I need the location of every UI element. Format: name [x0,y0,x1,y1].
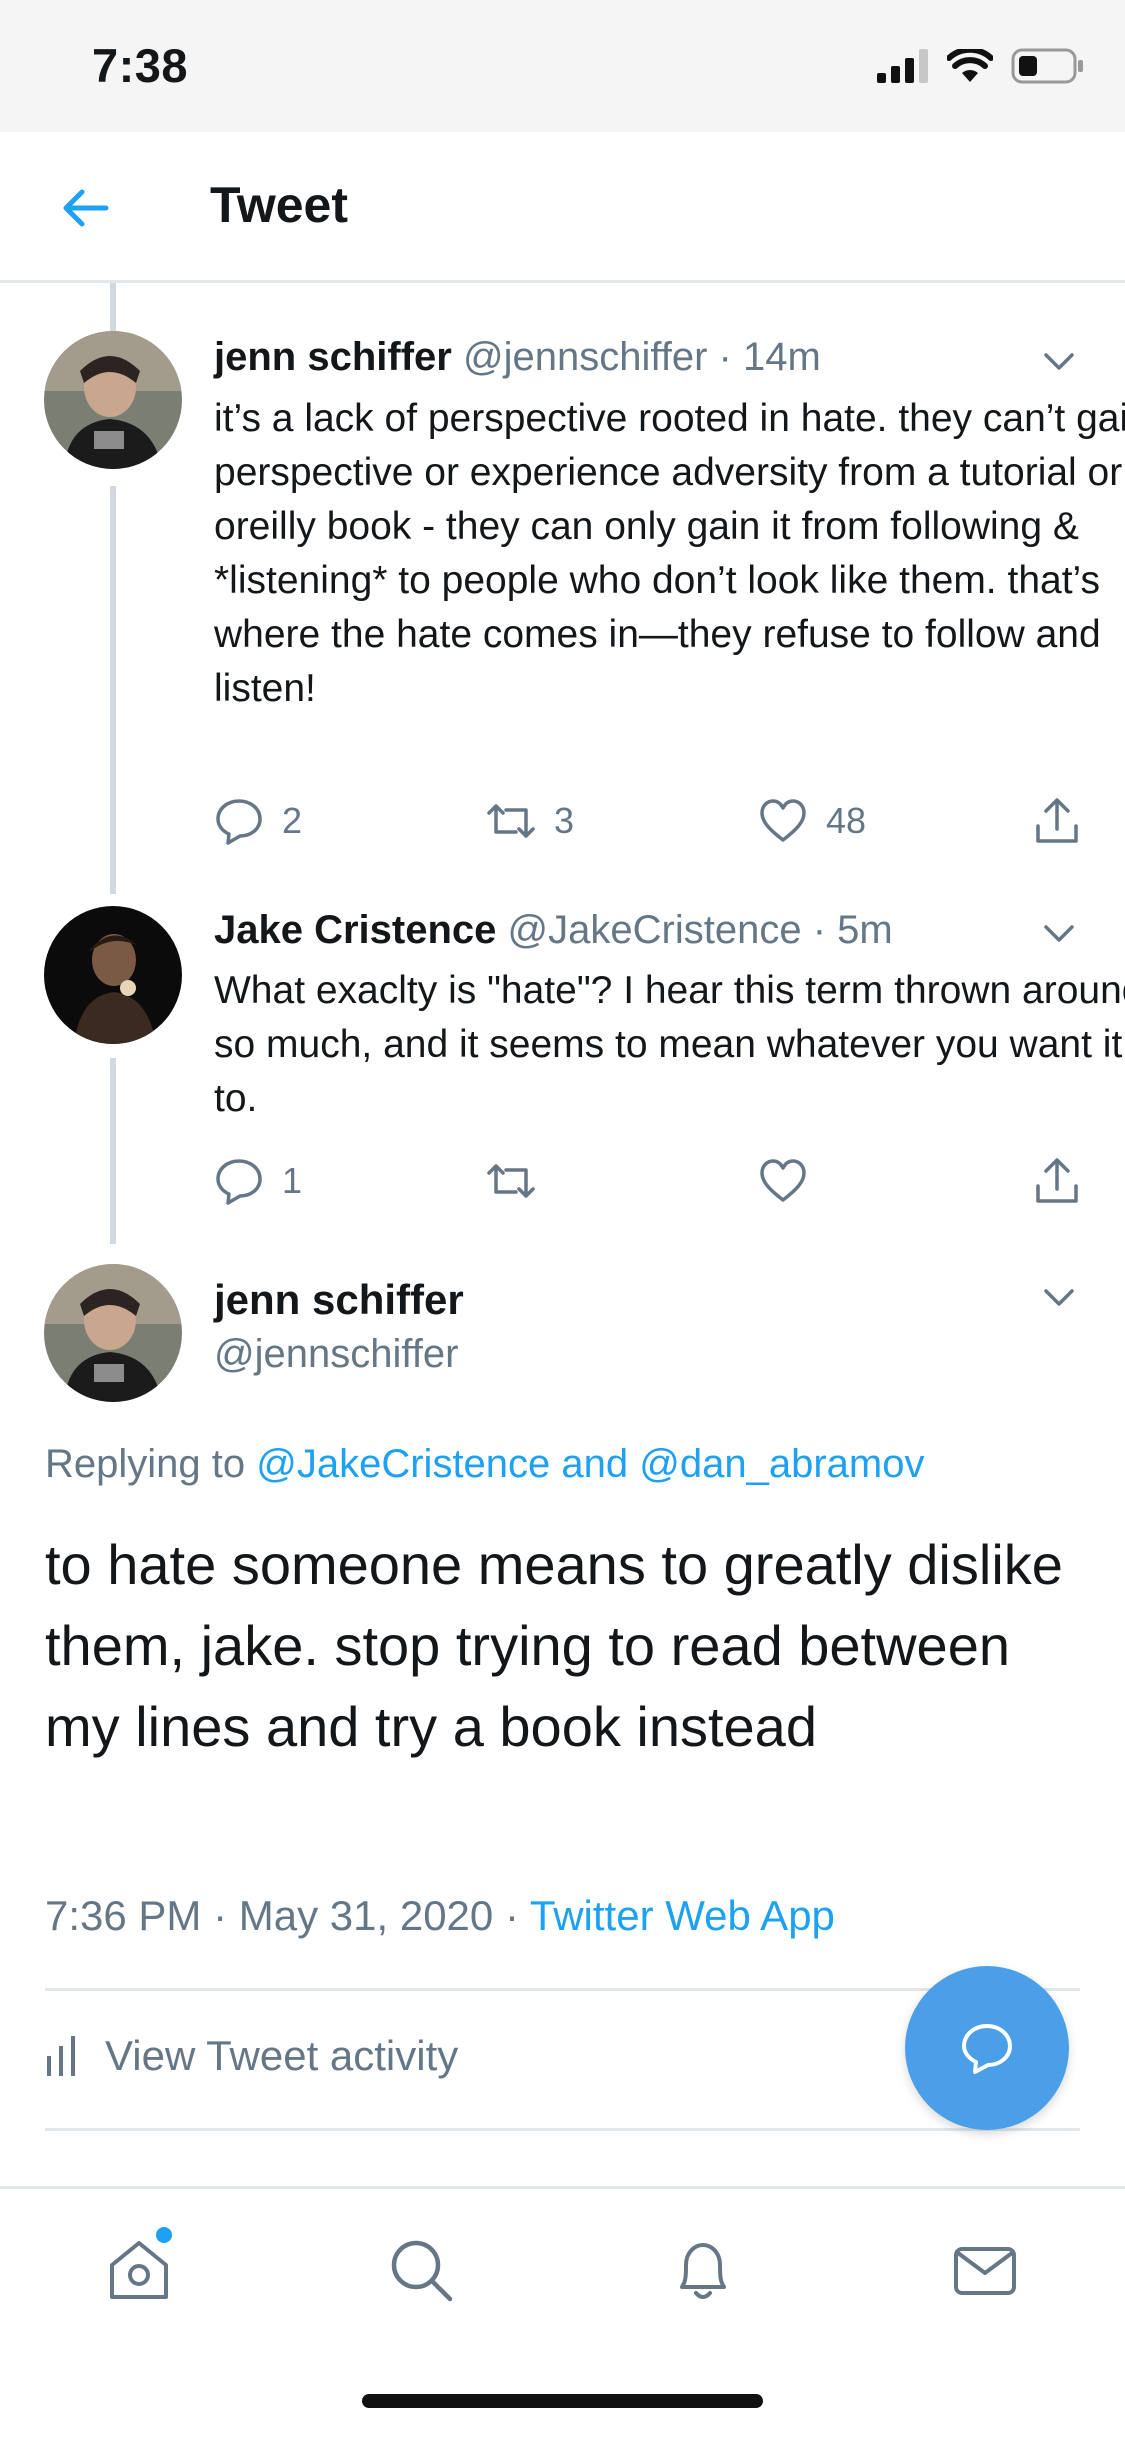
tweet-actions: 2 3 48 [214,796,1084,856]
timestamp: 14m [742,335,821,379]
display-name[interactable]: jenn schiffer [214,335,452,379]
reply-count: 1 [282,1160,303,1201]
share-button[interactable] [1032,1156,1082,1206]
retweet-count: 3 [554,800,575,841]
separator: · [718,335,732,379]
tab-home[interactable] [104,2227,174,2305]
separator: · [812,908,827,952]
tweet-meta: 7:36 PM · May 31, 2020 · Twitter Web App [45,1892,835,1940]
thread-line [110,486,116,894]
retweet-button[interactable]: 3 [486,796,574,846]
tweet-actions: 1 [214,1156,1084,1216]
like-icon [760,1159,806,1202]
main-tweet-text: to hate someone means to greatly dislike… [45,1533,1063,1758]
retweet-icon [487,804,535,838]
chevron-down-icon[interactable] [1040,914,1078,952]
page-title: Tweet [210,177,348,233]
handle[interactable]: @JakeCristence [508,908,802,952]
compose-reply-icon [962,2024,1012,2074]
chevron-down-icon[interactable] [1040,342,1078,380]
tweet-text: it’s a lack of perspective rooted in hat… [214,397,1125,710]
status-icons [877,48,1085,84]
tweet-date: May 31, 2020 [238,1892,494,1939]
like-button[interactable]: 48 [758,796,866,846]
chart-icon [47,2036,75,2076]
display-name[interactable]: Jake Cristence [214,908,496,952]
wifi-icon [947,49,993,82]
notification-dot [156,2227,172,2243]
tweet-text: What exaclty is "hate"? I hear this term… [214,969,1125,1120]
status-time: 7:38 [92,39,189,92]
search-icon [391,2240,453,2302]
retweet-button[interactable] [486,1156,554,1206]
display-name[interactable]: jenn schiffer [214,1276,464,1324]
like-button[interactable] [758,1156,826,1206]
battery-icon [1011,48,1083,84]
replying-users-link[interactable]: @JakeCristence and @dan_abramov [256,1442,924,1486]
avatar[interactable] [44,906,182,1044]
signal-icon [877,49,928,83]
replying-prefix: Replying to [45,1442,246,1486]
like-count: 48 [826,800,867,841]
messages-icon [954,2247,1016,2295]
reply-icon [216,799,262,845]
timestamp: 5m [837,908,893,952]
tab-messages[interactable] [950,2235,1020,2305]
divider [45,2128,1080,2131]
avatar[interactable] [44,331,182,469]
share-icon [1036,798,1078,843]
retweet-icon [487,1164,535,1198]
thread-line [110,283,116,331]
home-icon [110,2241,168,2299]
tweet-source-link[interactable]: Twitter Web App [530,1892,835,1939]
reply-count: 2 [282,800,303,841]
tweet-header: jenn schiffer @jennschiffer · 14m [214,335,821,380]
reply-icon [216,1159,262,1205]
handle[interactable]: @jennschiffer [463,335,707,379]
header: Tweet [0,132,1125,283]
like-icon [760,799,806,842]
avatar[interactable] [44,1264,182,1402]
tab-notifications[interactable] [668,2235,738,2305]
separator: · [213,1892,228,1939]
reply-button[interactable]: 2 [214,796,302,846]
view-tweet-activity[interactable]: View Tweet activity [45,2032,458,2080]
share-icon [1036,1158,1078,1203]
chevron-down-icon[interactable] [1040,1278,1078,1316]
notifications-icon [680,2243,726,2299]
thread-line [110,1058,116,1244]
reply-button[interactable]: 1 [214,1156,302,1206]
replying-to: Replying to @JakeCristence and @dan_abra… [45,1442,924,1487]
home-indicator[interactable] [362,2394,763,2408]
activity-label: View Tweet activity [105,2032,459,2079]
status-bar: 7:38 [0,0,1125,132]
tab-search[interactable] [386,2235,456,2305]
tweet-time: 7:36 PM [45,1892,202,1939]
handle[interactable]: @jennschiffer [214,1332,458,1377]
compose-reply-button[interactable] [905,1966,1069,2130]
separator: · [504,1892,519,1939]
back-arrow-icon[interactable] [58,182,110,234]
divider [45,1988,1080,1991]
share-button[interactable] [1032,796,1082,846]
tweet-header: Jake Cristence @JakeCristence · 5m [214,908,893,953]
